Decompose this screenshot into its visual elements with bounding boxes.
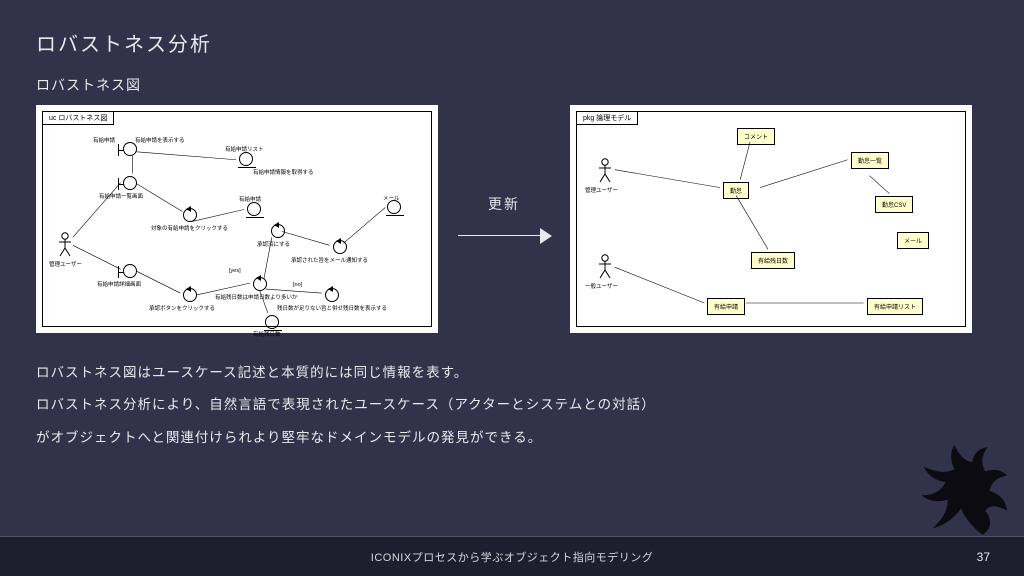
robustness-diagram: uc ロバストネス図 管理ユーザー 有給申請 有給申請を表示する 有給申請一覧画… — [36, 105, 438, 333]
domain-model-diagram: pkg 論理モデル 管理ユーザー 一般ユーザー コメント 勤怠 勤怠一覧 勤怠C… — [570, 105, 972, 333]
slide-subtitle: ロバストネス図 — [36, 75, 988, 95]
page-number: 37 — [977, 550, 990, 564]
arrow-label: 更新 — [488, 194, 520, 214]
slide-title: ロバストネス分析 — [36, 28, 988, 57]
paragraph: ロバストネス分析により、自然言語で表現されたユースケース（アクターとシステムとの… — [36, 395, 988, 415]
paragraph: ロバストネス図はユースケース記述と本質的には同じ情報を表す。 — [36, 363, 988, 383]
connector-layer — [577, 112, 965, 327]
footer: ICONIXプロセスから学ぶオブジェクト指向モデリング — [0, 536, 1024, 576]
arrow-icon — [456, 228, 552, 244]
connector-layer — [43, 112, 431, 327]
body-text: ロバストネス図はユースケース記述と本質的には同じ情報を表す。 ロバストネス分析に… — [36, 363, 988, 448]
entity-label: 有給残日数 — [253, 330, 281, 338]
paragraph: がオブジェクトへと関連付けられより堅牢なドメインモデルの発見ができる。 — [36, 428, 988, 448]
footer-text: ICONIXプロセスから学ぶオブジェクト指向モデリング — [371, 549, 653, 565]
diagram-row: uc ロバストネス図 管理ユーザー 有給申請 有給申請を表示する 有給申請一覧画… — [36, 105, 988, 333]
